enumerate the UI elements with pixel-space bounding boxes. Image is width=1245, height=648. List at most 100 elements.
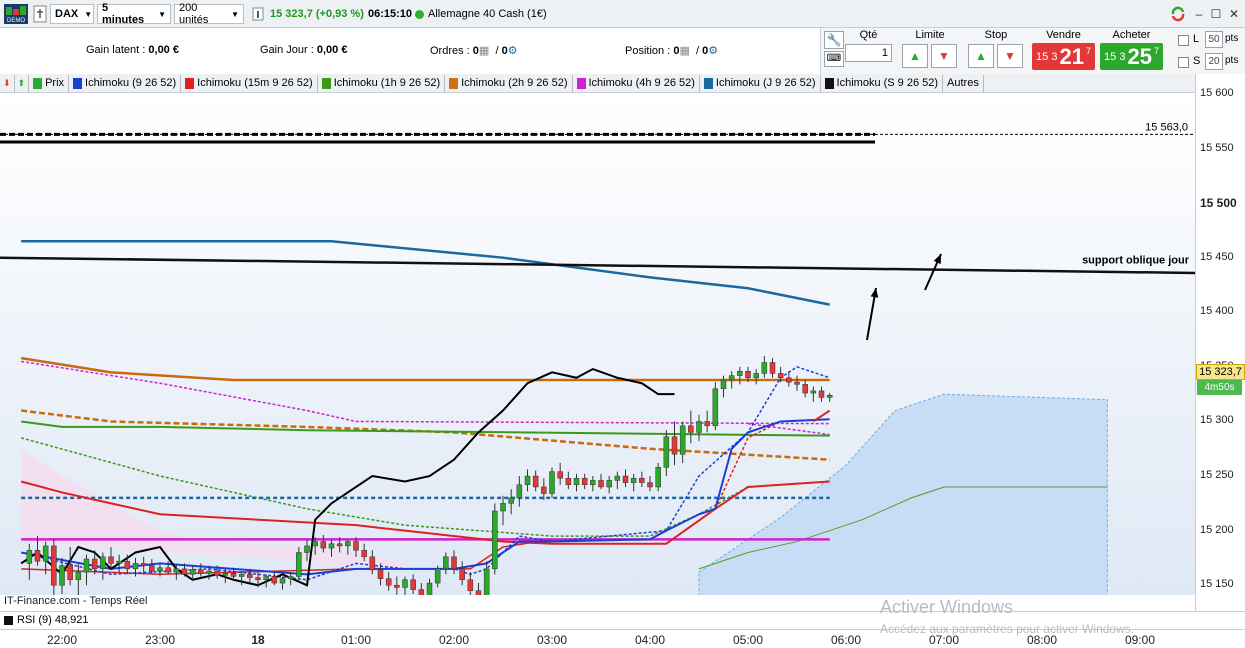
candle-body — [810, 390, 817, 394]
legend-item[interactable]: Ichimoku (J 9 26 52) — [700, 74, 821, 92]
candle-body — [737, 370, 743, 376]
gain-jour: Gain Jour : 0,00 € — [260, 44, 348, 56]
legend-label: Ichimoku (J 9 26 52) — [715, 77, 816, 89]
time-tick: 04:00 — [634, 633, 666, 647]
candle-body — [67, 565, 73, 581]
candle-body — [206, 570, 212, 574]
gain-latent: Gain latent : 0,00 € — [86, 44, 179, 56]
candle-body — [418, 589, 425, 595]
candle-body — [671, 436, 678, 455]
price-axis[interactable]: 15 60015 55015 50015 45015 40015 35015 3… — [1195, 74, 1245, 611]
wrench-icon[interactable]: 🔧 — [824, 31, 844, 49]
position-count[interactable]: Position : 0▦ / 0⚙ — [625, 44, 718, 57]
candle-body — [459, 568, 465, 581]
legend-item[interactable]: Ichimoku (1h 9 26 52) — [318, 74, 446, 92]
candle-body — [304, 545, 310, 553]
candle-body — [83, 558, 90, 573]
keyboard-icon[interactable]: ⌨ — [824, 51, 844, 67]
minimize-icon[interactable]: – — [1191, 6, 1207, 22]
time-tick: 18 — [251, 633, 265, 647]
candle-body — [173, 568, 180, 573]
candle-body — [728, 375, 735, 381]
close-icon[interactable]: ✕ — [1226, 6, 1242, 22]
stop-checkbox[interactable] — [1178, 57, 1189, 68]
stop-sell-icon[interactable]: ▼ — [997, 44, 1023, 68]
sell-arrow-icon[interactable]: ⬇ — [0, 74, 15, 92]
candle-body — [688, 425, 694, 433]
price-tick: 15 400 — [1200, 305, 1234, 318]
legend-item[interactable]: Ichimoku (2h 9 26 52) — [445, 74, 573, 92]
time-tick: 22:00 — [46, 633, 78, 647]
stop-label: Stop — [984, 29, 1008, 41]
legend-label: Ichimoku (2h 9 26 52) — [461, 77, 568, 89]
legend-item[interactable]: Ichimoku (9 26 52) — [69, 74, 182, 92]
price-tick: 15 300 — [1200, 414, 1234, 427]
time-tick: 05:00 — [732, 633, 764, 647]
legend-item[interactable]: Prix — [29, 74, 70, 92]
legend-label: Ichimoku (4h 9 26 52) — [588, 77, 695, 89]
data-source: IT-Finance.com - Temps Réel — [4, 595, 148, 607]
quantity-input[interactable]: 1 — [845, 44, 892, 62]
candle-body — [410, 579, 416, 590]
stop-buy-icon[interactable]: ▲ — [968, 44, 994, 68]
candle-body — [549, 471, 555, 494]
limit-points-input[interactable]: 50 — [1205, 31, 1223, 48]
legend-label: Ichimoku (15m 9 26 52) — [197, 77, 313, 89]
candle-body — [26, 550, 33, 564]
price-change: 15 323,7 (+0,93 %) — [270, 8, 364, 20]
candle-body — [532, 475, 539, 488]
limit-checkbox[interactable] — [1178, 35, 1189, 46]
candle-body — [230, 572, 237, 577]
candle-body — [149, 565, 155, 572]
price-tick: 15 200 — [1200, 523, 1234, 536]
info-icon[interactable] — [252, 4, 264, 24]
candle-body — [91, 558, 98, 570]
gear-icon[interactable]: ⚙ — [508, 45, 518, 57]
symbol-dropdown[interactable]: DAX ▼ — [50, 4, 94, 24]
candle-body — [214, 570, 220, 576]
clock-time: 06:15:10 — [368, 8, 413, 20]
refresh-icon[interactable] — [1170, 6, 1186, 22]
demo-logo: DEMO — [4, 4, 28, 24]
legend-swatch-icon — [185, 77, 195, 89]
gear-icon[interactable]: ⚙ — [708, 45, 718, 57]
windows-activation-notice: Activer Windows Accédez aux paramètres p… — [880, 597, 1134, 636]
price-chart[interactable]: 15 563,0support oblique jour15 129,5 — [0, 93, 1195, 595]
candle-body — [108, 556, 114, 564]
limit-sell-icon[interactable]: ▼ — [931, 44, 957, 68]
legend-swatch-icon — [321, 77, 331, 89]
units-dropdown[interactable]: 200 unités ▼ — [174, 2, 244, 26]
rsi-swatch-icon — [4, 615, 13, 625]
candle-body — [451, 556, 457, 570]
candle-body — [573, 477, 580, 486]
legend-swatch-icon — [73, 77, 83, 89]
time-tick: 23:00 — [144, 633, 176, 647]
legend-item[interactable]: Ichimoku (15m 9 26 52) — [181, 74, 318, 92]
candle-body — [761, 362, 768, 374]
orders-count[interactable]: Ordres : 0▦ / 0⚙ — [430, 44, 518, 57]
candle-body — [655, 467, 661, 488]
legend-label: Prix — [45, 77, 65, 89]
candle-body — [639, 477, 645, 483]
pin-icon[interactable] — [33, 4, 47, 24]
sell-button[interactable]: 15 3 21 7 — [1032, 43, 1095, 70]
legend-swatch-icon — [576, 77, 586, 89]
limit-buy-icon[interactable]: ▲ — [902, 44, 928, 68]
candle-body — [42, 545, 49, 562]
buy-arrow-icon[interactable]: ⬆ — [15, 74, 30, 92]
buy-button[interactable]: 15 3 25 7 — [1100, 43, 1163, 70]
candle-body — [222, 572, 229, 576]
candle-body — [745, 370, 751, 379]
instrument-name: Allemagne 40 Cash (1€) — [415, 4, 547, 24]
maximize-icon[interactable]: ☐ — [1208, 6, 1224, 22]
timeframe-dropdown[interactable]: 5 minutes ▼ — [97, 2, 171, 26]
demo-logo-icon: DEMO — [4, 4, 28, 24]
candle-countdown: 4m50s — [1197, 380, 1242, 395]
candle-body — [614, 475, 621, 481]
stop-points-input[interactable]: 20 — [1205, 53, 1223, 70]
legend-item[interactable]: Ichimoku (4h 9 26 52) — [573, 74, 700, 92]
time-tick: 02:00 — [438, 633, 470, 647]
legend-item[interactable]: Autres — [943, 74, 984, 92]
candle-body — [238, 574, 245, 577]
legend-item[interactable]: Ichimoku (S 9 26 52) — [821, 74, 944, 92]
